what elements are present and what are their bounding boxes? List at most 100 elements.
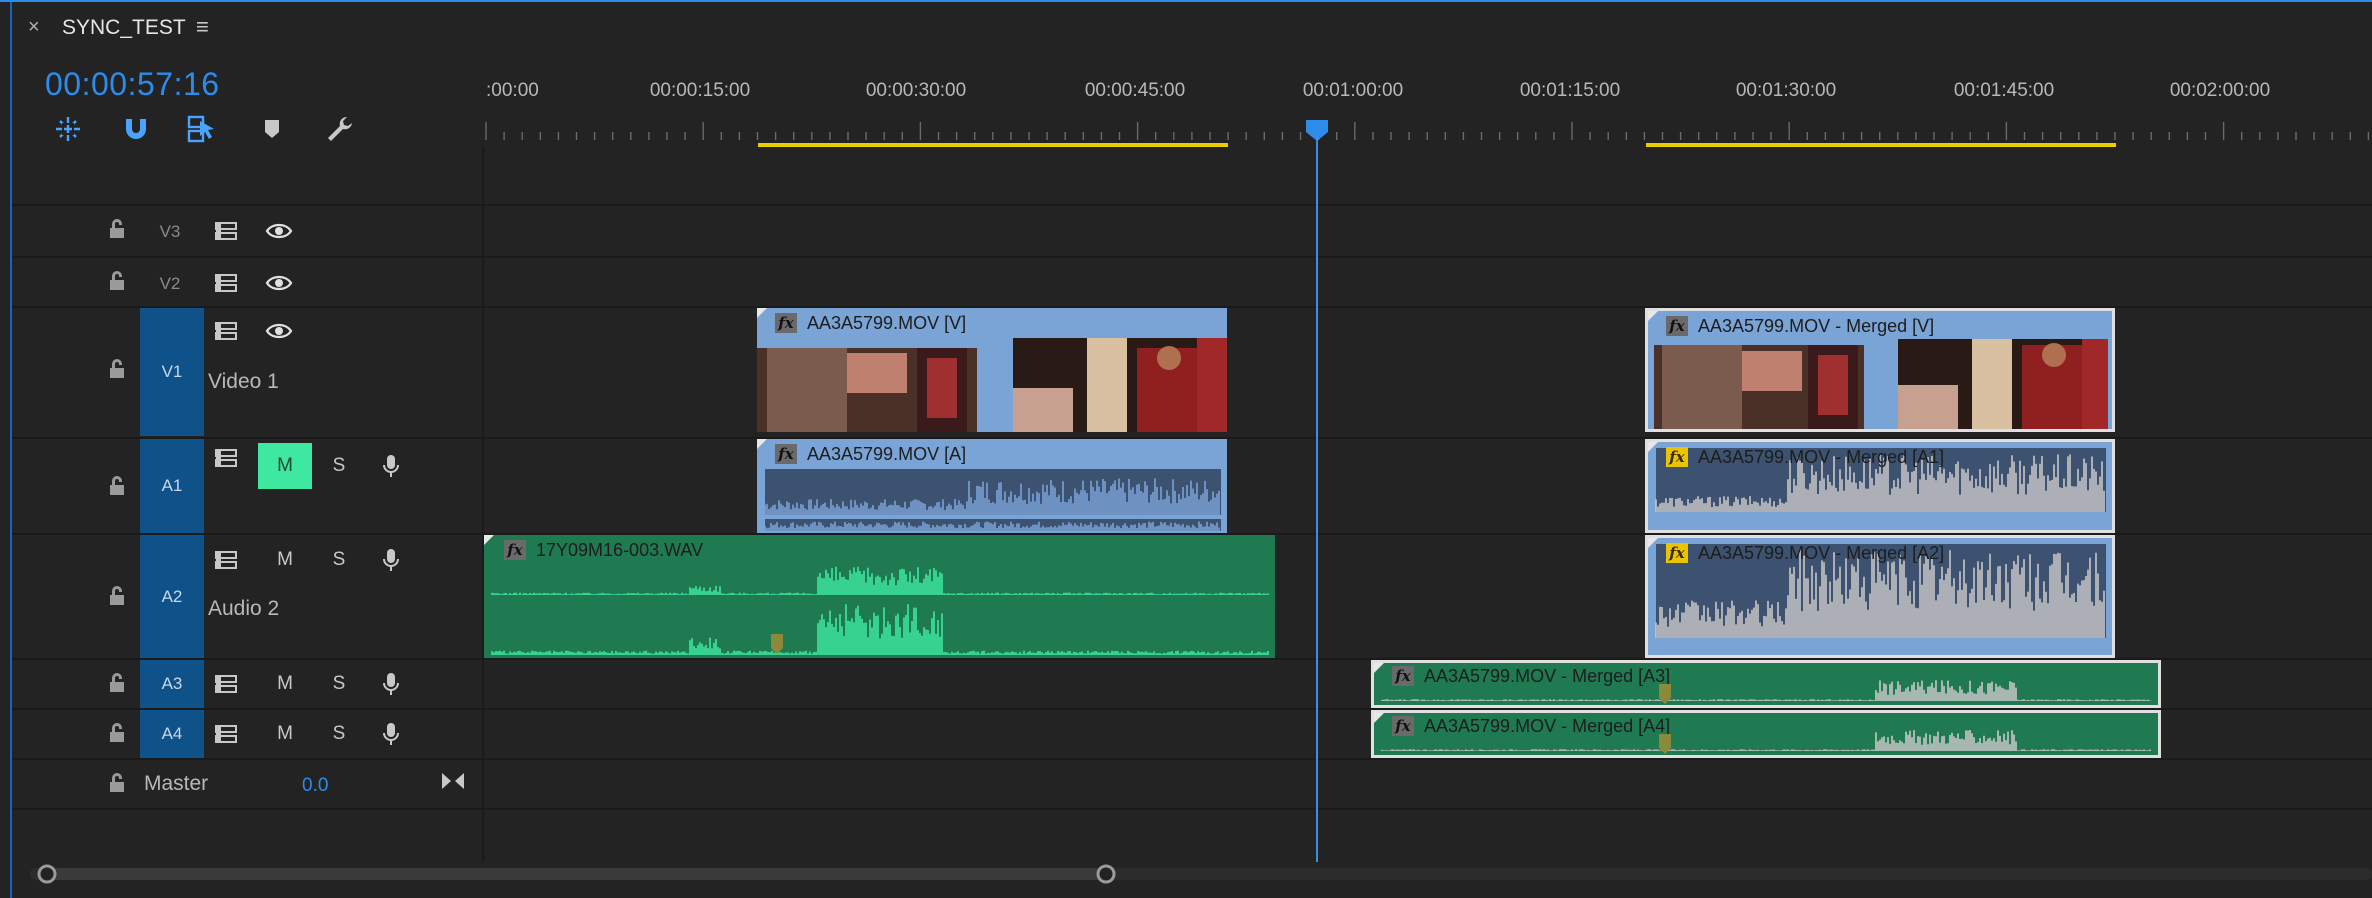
lock-icon[interactable]	[108, 722, 126, 744]
clip-start-marker	[757, 308, 767, 318]
track-target-a1[interactable]: A1	[140, 439, 204, 533]
microphone-icon[interactable]	[374, 669, 408, 699]
track-header-a1: A1 M S	[12, 439, 482, 533]
go-to-in-out-icon[interactable]	[436, 766, 470, 796]
keyframe-marker[interactable]	[1658, 733, 1672, 755]
in-out-range-bar[interactable]	[1646, 143, 2116, 147]
track-header-v3: V3	[12, 206, 482, 256]
eye-icon[interactable]	[262, 216, 296, 246]
mute-button-a3[interactable]: M	[268, 669, 302, 699]
solo-button-a2[interactable]: S	[322, 545, 356, 575]
solo-button-a3[interactable]: S	[322, 669, 356, 699]
fx-badge: fx	[1666, 543, 1688, 563]
sync-lock-icon[interactable]	[210, 316, 244, 346]
track-name-v1[interactable]: Video 1	[208, 370, 279, 394]
clip-name: 17Y09M16-003.WAV	[536, 539, 704, 560]
track-target-a3[interactable]: A3	[140, 660, 204, 708]
mute-button-a1[interactable]: M	[258, 443, 312, 489]
track-header-master: Master 0.0	[12, 760, 482, 808]
clip-label: fx AA3A5799.MOV [V]	[775, 310, 972, 336]
sync-lock-icon[interactable]	[210, 669, 244, 699]
track-header-a4: A4 M S	[12, 710, 482, 758]
clip-start-marker	[1648, 311, 1658, 321]
ruler-label: 00:00:15:00	[649, 80, 751, 101]
lock-icon[interactable]	[108, 358, 126, 380]
panel-menu-button[interactable]: ≡	[196, 14, 209, 40]
snap-magnet-icon[interactable]	[118, 112, 154, 146]
clip-label: fx AA3A5799.MOV - Merged [V]	[1666, 313, 1940, 339]
lock-icon[interactable]	[108, 772, 126, 794]
track-header-a2: A2 M S Audio 2	[12, 535, 482, 658]
lock-icon[interactable]	[108, 672, 126, 694]
track-label-v3[interactable]: V3	[138, 222, 202, 242]
microphone-icon[interactable]	[374, 719, 408, 749]
audio-clip[interactable]: fx AA3A5799.MOV [A]	[757, 439, 1227, 533]
sync-lock-icon[interactable]	[210, 216, 244, 246]
wrench-settings-icon[interactable]	[322, 112, 358, 146]
mute-button-a4[interactable]: M	[268, 719, 302, 749]
horizontal-zoom-scrollbar[interactable]	[30, 864, 2372, 884]
ruler-label: 00:01:45:00	[1953, 80, 2055, 101]
clip-label: fx AA3A5799.MOV - Merged [A3]	[1392, 663, 1676, 689]
solo-button-a4[interactable]: S	[322, 719, 356, 749]
lock-icon[interactable]	[108, 270, 126, 292]
ruler-label: :00:00	[486, 80, 539, 101]
track-name-a2[interactable]: Audio 2	[208, 597, 279, 621]
clip-label: fx AA3A5799.MOV - Merged [A1]	[1666, 444, 1950, 470]
add-marker-icon[interactable]	[254, 112, 290, 146]
ruler-label: 00:01:15:00	[1519, 80, 1621, 101]
audio-clip-merged[interactable]: fx AA3A5799.MOV - Merged [A1]	[1645, 439, 2115, 533]
sync-lock-icon[interactable]	[210, 443, 244, 473]
sync-lock-icon[interactable]	[210, 719, 244, 749]
ruler-label: 00:02:00:00	[2169, 80, 2271, 101]
playhead-timecode[interactable]: 00:00:57:16	[45, 66, 220, 103]
lock-icon[interactable]	[108, 218, 126, 240]
eye-icon[interactable]	[262, 316, 296, 346]
video-clip[interactable]: fx AA3A5799.MOV [V]	[757, 308, 1227, 432]
fx-badge: fx	[1392, 666, 1414, 686]
video-clip-merged[interactable]: fx AA3A5799.MOV - Merged [V]	[1645, 308, 2115, 432]
lock-icon[interactable]	[108, 585, 126, 607]
sequence-tab-title[interactable]: SYNC_TEST	[62, 16, 186, 40]
track-divider	[12, 808, 2372, 810]
video-thumbnails	[757, 338, 1227, 432]
clip-name: AA3A5799.MOV - Merged [A3]	[1424, 665, 1671, 686]
track-header-v2: V2	[12, 258, 482, 306]
master-track-label[interactable]: Master	[144, 772, 208, 796]
audio-clip-merged-a3[interactable]: fx AA3A5799.MOV - Merged [A3]	[1371, 660, 2161, 708]
close-tab-button[interactable]: ×	[28, 16, 40, 39]
in-out-range-bar[interactable]	[758, 143, 1228, 147]
clip-label: fx AA3A5799.MOV - Merged [A2]	[1666, 540, 1950, 566]
fx-badge: fx	[1666, 447, 1688, 467]
fx-badge: fx	[1392, 716, 1414, 736]
linked-selection-icon[interactable]	[184, 112, 220, 146]
track-label-v2[interactable]: V2	[138, 274, 202, 294]
track-target-a2[interactable]: A2	[140, 535, 204, 658]
mute-button-a2[interactable]: M	[268, 545, 302, 575]
audio-clip-merged-a4[interactable]: fx AA3A5799.MOV - Merged [A4]	[1371, 710, 2161, 758]
insert-overwrite-icon[interactable]	[50, 112, 86, 146]
solo-button-a1[interactable]: S	[322, 451, 356, 481]
panel-focus-border	[0, 0, 2372, 2]
eye-icon[interactable]	[262, 268, 296, 298]
video-thumbnails	[1654, 339, 2108, 429]
master-volume-value[interactable]: 0.0	[302, 775, 328, 797]
clip-name: AA3A5799.MOV [V]	[807, 312, 967, 333]
time-ruler[interactable]: :00:00 00:00:15:00 00:00:30:00 00:00:45:…	[484, 80, 2372, 147]
ruler-label: 00:01:30:00	[1735, 80, 1837, 101]
ruler-label: 00:00:30:00	[865, 80, 967, 101]
microphone-icon[interactable]	[374, 545, 408, 575]
ruler-label: 00:01:00:00	[1302, 80, 1404, 101]
lock-icon[interactable]	[108, 475, 126, 497]
audio-clip-wav[interactable]: fx 17Y09M16-003.WAV	[484, 535, 1275, 658]
keyframe-marker[interactable]	[770, 633, 784, 655]
sync-lock-icon[interactable]	[210, 545, 244, 575]
track-target-v1[interactable]: V1	[140, 308, 204, 436]
microphone-icon[interactable]	[374, 451, 408, 481]
playhead-line[interactable]	[1316, 134, 1318, 862]
audio-clip-merged[interactable]: fx AA3A5799.MOV - Merged [A2]	[1645, 535, 2115, 658]
sync-lock-icon[interactable]	[210, 268, 244, 298]
ruler-label: 00:00:45:00	[1084, 80, 1186, 101]
keyframe-marker[interactable]	[1658, 683, 1672, 705]
track-target-a4[interactable]: A4	[140, 710, 204, 758]
